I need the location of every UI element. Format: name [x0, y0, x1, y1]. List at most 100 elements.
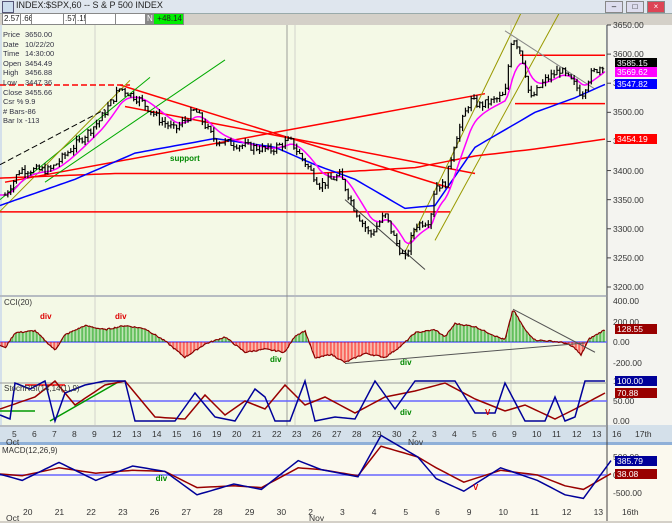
x-axis-label: 23: [292, 429, 302, 439]
macd-axis-label: -500.00: [613, 488, 642, 498]
x-axis-label: 16: [612, 429, 622, 439]
app-icon: [2, 1, 14, 13]
info-label: Date: [3, 39, 19, 49]
macd-x-axis-month: Nov: [309, 513, 325, 523]
info-row: # Bars-86: [3, 107, 54, 117]
cci-axis-label: -200.00: [613, 357, 642, 368]
x-axis-label: 28: [352, 429, 362, 439]
info-row: Low 3447.36: [3, 78, 54, 88]
info-value: 9.9: [25, 97, 36, 107]
macd-x-axis-label: 28: [213, 507, 223, 517]
macd-label: div: [155, 473, 168, 483]
x-axis-label: 12: [572, 429, 582, 439]
macd-x-axis-label: 16th: [622, 507, 639, 517]
macd-title: MACD(12,26,9): [2, 446, 58, 455]
stoch-label: V: [485, 408, 491, 417]
macd-x-axis-label: 9: [466, 507, 472, 517]
macd-x-axis-label: 21: [54, 507, 65, 517]
stochrsi-title: StochRSI(14,14(1),9): [4, 384, 80, 393]
x-axis-label: 27: [332, 429, 342, 439]
cci-div-label: div: [400, 357, 412, 367]
info-row: Date 10/22/20: [3, 40, 54, 50]
macd-last-tag: 385.79: [615, 456, 657, 467]
x-axis-label: 4: [452, 429, 457, 439]
close-button[interactable]: ×: [647, 1, 665, 13]
cci-div-label: div: [270, 355, 282, 365]
cci-div-label: div: [40, 312, 52, 322]
info-row: Open 3454.49: [3, 59, 54, 69]
macd-x-axis-label: 4: [371, 507, 377, 517]
x-axis-month: Nov: [408, 437, 424, 447]
info-label: Time: [3, 49, 20, 59]
info-label: Close: [3, 87, 23, 97]
x-axis-label: 20: [232, 429, 242, 439]
x-axis-label: 15: [172, 429, 182, 439]
x-axis-label: 11: [552, 429, 561, 439]
stoch-label: div: [400, 408, 412, 417]
macd-x-axis-label: 6: [435, 507, 440, 517]
info-label: Bar Ix: [3, 116, 23, 126]
info-value: -86: [25, 106, 36, 116]
info-value: 14:30:00: [25, 49, 55, 59]
x-axis-label: 26: [312, 429, 322, 439]
x-axis-label: 30: [392, 429, 402, 439]
toolbar-field[interactable]: [85, 13, 117, 25]
toolbar-field[interactable]: [31, 13, 65, 25]
last-value-tag-ema-fast: 3569.62: [615, 66, 657, 77]
x-axis-label: 13: [132, 429, 142, 439]
support-label: support: [170, 153, 200, 163]
x-axis-label: 14: [152, 429, 162, 439]
cci-title: CCI(20): [4, 298, 33, 307]
info-label: Csr %: [3, 97, 24, 107]
macd-x-axis-label: 12: [561, 507, 572, 517]
info-label: High: [3, 68, 19, 78]
info-row: Close 3455.66: [3, 88, 54, 98]
info-value: 10/22/20: [25, 39, 55, 49]
macd-x-axis-label: 23: [118, 507, 128, 517]
info-label: Price: [3, 30, 21, 39]
price-axis-label: 3400.00: [613, 165, 644, 176]
signal-last-tag: 38.08: [615, 468, 657, 479]
macd-x-axis-label: 3: [340, 507, 345, 517]
price-axis-label: 3650.00: [613, 20, 644, 30]
x-axis-label: 9: [512, 429, 517, 439]
price-axis-label: 3350.00: [613, 194, 644, 205]
info-value: 3455.66: [25, 87, 53, 97]
price-axis-label: 3200.00: [613, 281, 644, 292]
x-axis-label: 29: [372, 429, 382, 439]
x-axis-label: 21: [252, 429, 262, 439]
x-axis-label: 22: [272, 429, 282, 439]
x-axis-label: 6: [32, 429, 37, 439]
macd-x-axis-label: 10: [498, 507, 508, 517]
x-axis-label: 3: [432, 429, 437, 439]
macd-x-axis-label: 20: [23, 507, 33, 517]
info-row: Bar Ix -113: [3, 116, 54, 126]
macd-x-axis-label: 29: [244, 507, 255, 517]
macd-x-axis-label: 13: [593, 507, 604, 517]
cci-axis-label: 400.00: [613, 296, 639, 306]
minimize-button[interactable]: –: [605, 1, 623, 13]
info-value: -113: [25, 116, 40, 126]
info-value: 3454.49: [25, 58, 53, 68]
chart-canvas: [0, 0, 672, 521]
price-axis-label: 3500.00: [613, 107, 644, 118]
macd-x-axis-label: 26: [149, 507, 160, 517]
maximize-button[interactable]: □: [626, 1, 644, 13]
info-row: High 3456.88: [3, 68, 54, 78]
panel-splitter: [0, 442, 672, 445]
cci-last-tag: 128.55: [615, 323, 657, 334]
info-row: Csr % 9.9: [3, 97, 54, 107]
stoch-d-tag: 70.88: [615, 387, 657, 398]
x-axis-label: 8: [72, 429, 77, 439]
info-row: Price 3650.00: [3, 30, 54, 40]
macd-x-axis-label: 22: [86, 507, 96, 517]
macd-x-axis-label: 27: [181, 507, 191, 517]
info-box: Price 3650.00 Date 10/22/20 Time 14:30:00 Open…: [3, 30, 54, 126]
toolbar-field[interactable]: 2.57: [2, 13, 22, 25]
macd-x-axis-label: 5: [403, 507, 409, 517]
info-value: 3447.36: [25, 77, 53, 87]
toolbar-field[interactable]: [115, 13, 147, 25]
macd-x-axis-label: 30: [276, 507, 287, 517]
x-axis-label: 17th: [635, 429, 652, 439]
x-axis-label: 7: [52, 429, 57, 439]
